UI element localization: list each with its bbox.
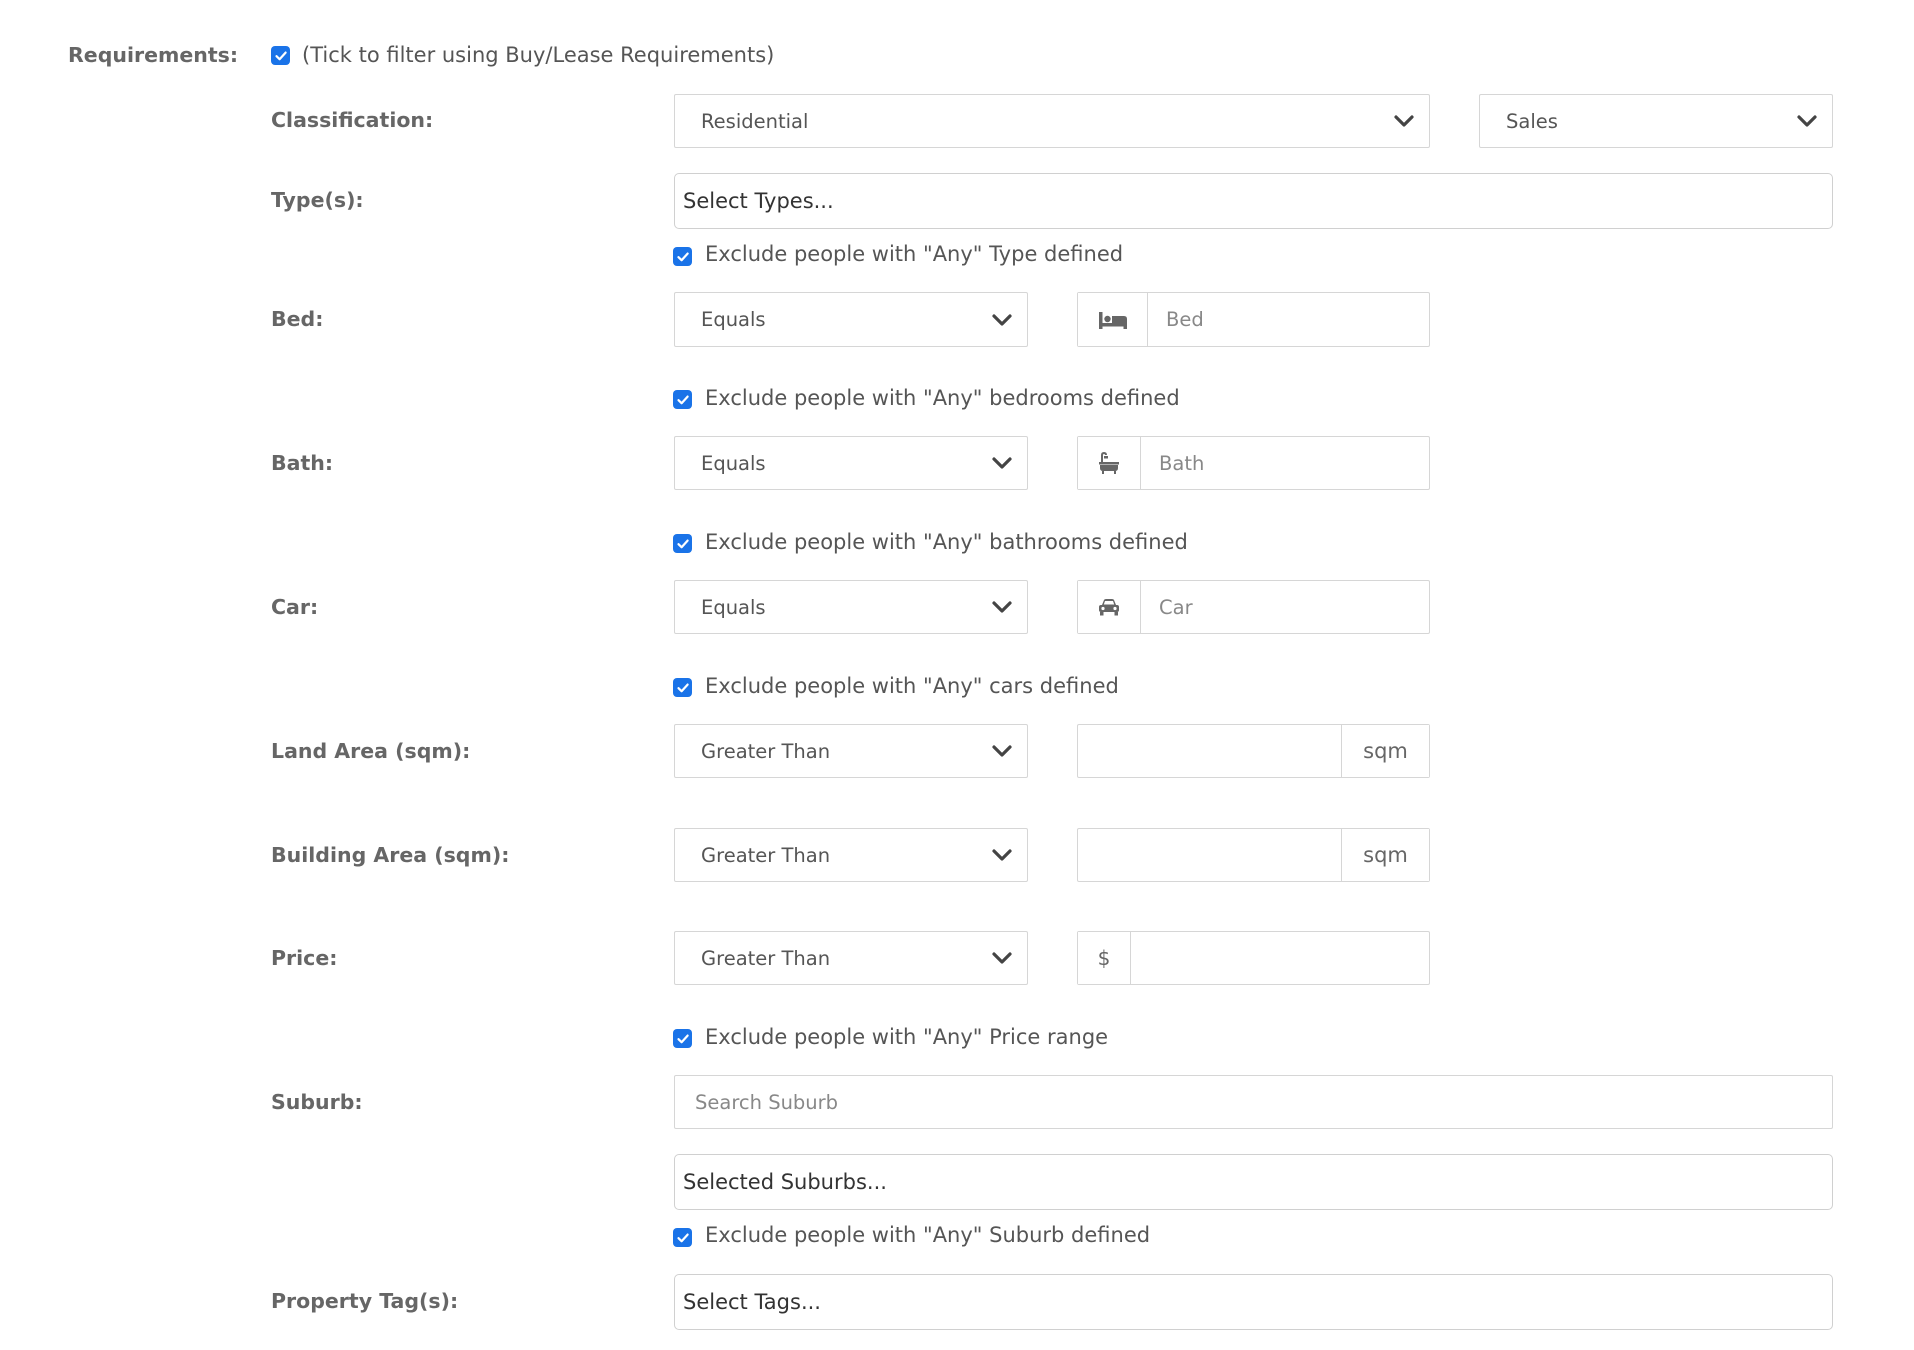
bath-operator-select[interactable]: Equals xyxy=(674,436,1028,490)
car-input[interactable]: Car xyxy=(1141,581,1429,633)
suburb-search-input[interactable]: Search Suburb xyxy=(674,1075,1833,1129)
car-operator-select[interactable]: Equals xyxy=(674,580,1028,634)
classification-select[interactable]: Residential xyxy=(674,94,1430,148)
requirements-checkbox[interactable] xyxy=(271,46,290,65)
building-area-operator-select[interactable]: Greater Than xyxy=(674,828,1028,882)
checkmark-icon xyxy=(676,1233,689,1242)
price-label: Price: xyxy=(271,946,338,970)
building-area-input-group: sqm xyxy=(1077,828,1430,882)
bath-icon xyxy=(1099,451,1119,474)
price-input-group: $ xyxy=(1077,931,1430,985)
bath-addon xyxy=(1078,437,1141,489)
exclude-any-price-label: Exclude people with "Any" Price range xyxy=(705,1025,1109,1049)
chevron-down-icon xyxy=(1394,115,1414,127)
car-input-group: Car xyxy=(1077,580,1430,634)
selected-suburbs-placeholder: Selected Suburbs... xyxy=(683,1170,887,1194)
land-area-operator-select[interactable]: Greater Than xyxy=(674,724,1028,778)
types-placeholder: Select Types... xyxy=(683,189,834,213)
exclude-any-bedrooms-label: Exclude people with "Any" bedrooms defin… xyxy=(705,386,1180,410)
car-operator-value: Equals xyxy=(701,595,766,619)
bath-input-group: Bath xyxy=(1077,436,1430,490)
exclude-any-type-label: Exclude people with "Any" Type defined xyxy=(705,242,1124,266)
exclude-any-cars-checkbox[interactable] xyxy=(673,678,692,697)
classification-value: Residential xyxy=(701,109,809,133)
chevron-down-icon xyxy=(1797,115,1817,127)
bath-input[interactable]: Bath xyxy=(1141,437,1429,489)
selected-suburbs-box[interactable]: Selected Suburbs... xyxy=(674,1154,1833,1210)
chevron-down-icon xyxy=(992,952,1012,964)
car-icon xyxy=(1099,599,1119,616)
requirements-checkbox-label: (Tick to filter using Buy/Lease Requirem… xyxy=(302,43,775,67)
exclude-any-suburb-checkbox[interactable] xyxy=(673,1228,692,1247)
price-currency: $ xyxy=(1078,932,1131,984)
price-operator-select[interactable]: Greater Than xyxy=(674,931,1028,985)
checkmark-icon xyxy=(676,1034,689,1043)
car-addon xyxy=(1078,581,1141,633)
bed-addon xyxy=(1078,293,1148,346)
exclude-any-bedrooms-checkbox[interactable] xyxy=(673,390,692,409)
suburb-label: Suburb: xyxy=(271,1090,363,1114)
chevron-down-icon xyxy=(992,313,1012,326)
building-area-operator-value: Greater Than xyxy=(701,843,831,867)
types-label: Type(s): xyxy=(271,188,364,212)
listing-mode-value: Sales xyxy=(1506,109,1558,133)
bed-icon xyxy=(1098,311,1127,329)
land-area-unit: sqm xyxy=(1341,725,1429,777)
price-operator-value: Greater Than xyxy=(701,946,831,970)
price-input[interactable] xyxy=(1131,932,1429,984)
bed-label: Bed: xyxy=(271,307,324,331)
exclude-any-cars-label: Exclude people with "Any" cars defined xyxy=(705,674,1119,698)
bed-operator-value: Equals xyxy=(701,308,766,331)
building-area-label: Building Area (sqm): xyxy=(271,843,510,867)
classification-label: Classification: xyxy=(271,108,434,132)
land-area-operator-value: Greater Than xyxy=(701,739,831,763)
property-tags-label: Property Tag(s): xyxy=(271,1289,459,1313)
land-area-label: Land Area (sqm): xyxy=(271,739,471,763)
checkmark-icon xyxy=(676,539,689,548)
bath-label: Bath: xyxy=(271,451,334,475)
chevron-down-icon xyxy=(992,601,1012,613)
exclude-any-bathrooms-checkbox[interactable] xyxy=(673,534,692,553)
checkmark-icon xyxy=(676,252,689,261)
chevron-down-icon xyxy=(992,457,1012,469)
land-area-input-group: sqm xyxy=(1077,724,1430,778)
exclude-any-type-checkbox[interactable] xyxy=(673,247,692,266)
listing-mode-select[interactable]: Sales xyxy=(1479,94,1833,148)
chevron-down-icon xyxy=(992,849,1012,861)
checkmark-icon xyxy=(676,395,689,404)
chevron-down-icon xyxy=(992,745,1012,757)
bed-input[interactable]: Bed xyxy=(1148,293,1429,346)
building-area-input[interactable] xyxy=(1078,829,1341,881)
bed-input-group: Bed xyxy=(1077,292,1430,347)
land-area-input[interactable] xyxy=(1078,725,1341,777)
bed-operator-select[interactable]: Equals xyxy=(674,292,1028,347)
requirements-label: Requirements: xyxy=(68,43,239,67)
exclude-any-price-checkbox[interactable] xyxy=(673,1029,692,1048)
types-multiselect[interactable]: Select Types... xyxy=(674,173,1833,229)
car-label: Car: xyxy=(271,595,319,619)
exclude-any-bathrooms-label: Exclude people with "Any" bathrooms defi… xyxy=(705,530,1188,554)
exclude-any-suburb-label: Exclude people with "Any" Suburb defined xyxy=(705,1223,1151,1247)
bath-operator-value: Equals xyxy=(701,451,766,475)
checkmark-icon xyxy=(274,51,287,60)
property-tags-placeholder: Select Tags... xyxy=(683,1290,821,1314)
property-tags-multiselect[interactable]: Select Tags... xyxy=(674,1274,1833,1330)
checkmark-icon xyxy=(676,683,689,692)
building-area-unit: sqm xyxy=(1341,829,1429,881)
